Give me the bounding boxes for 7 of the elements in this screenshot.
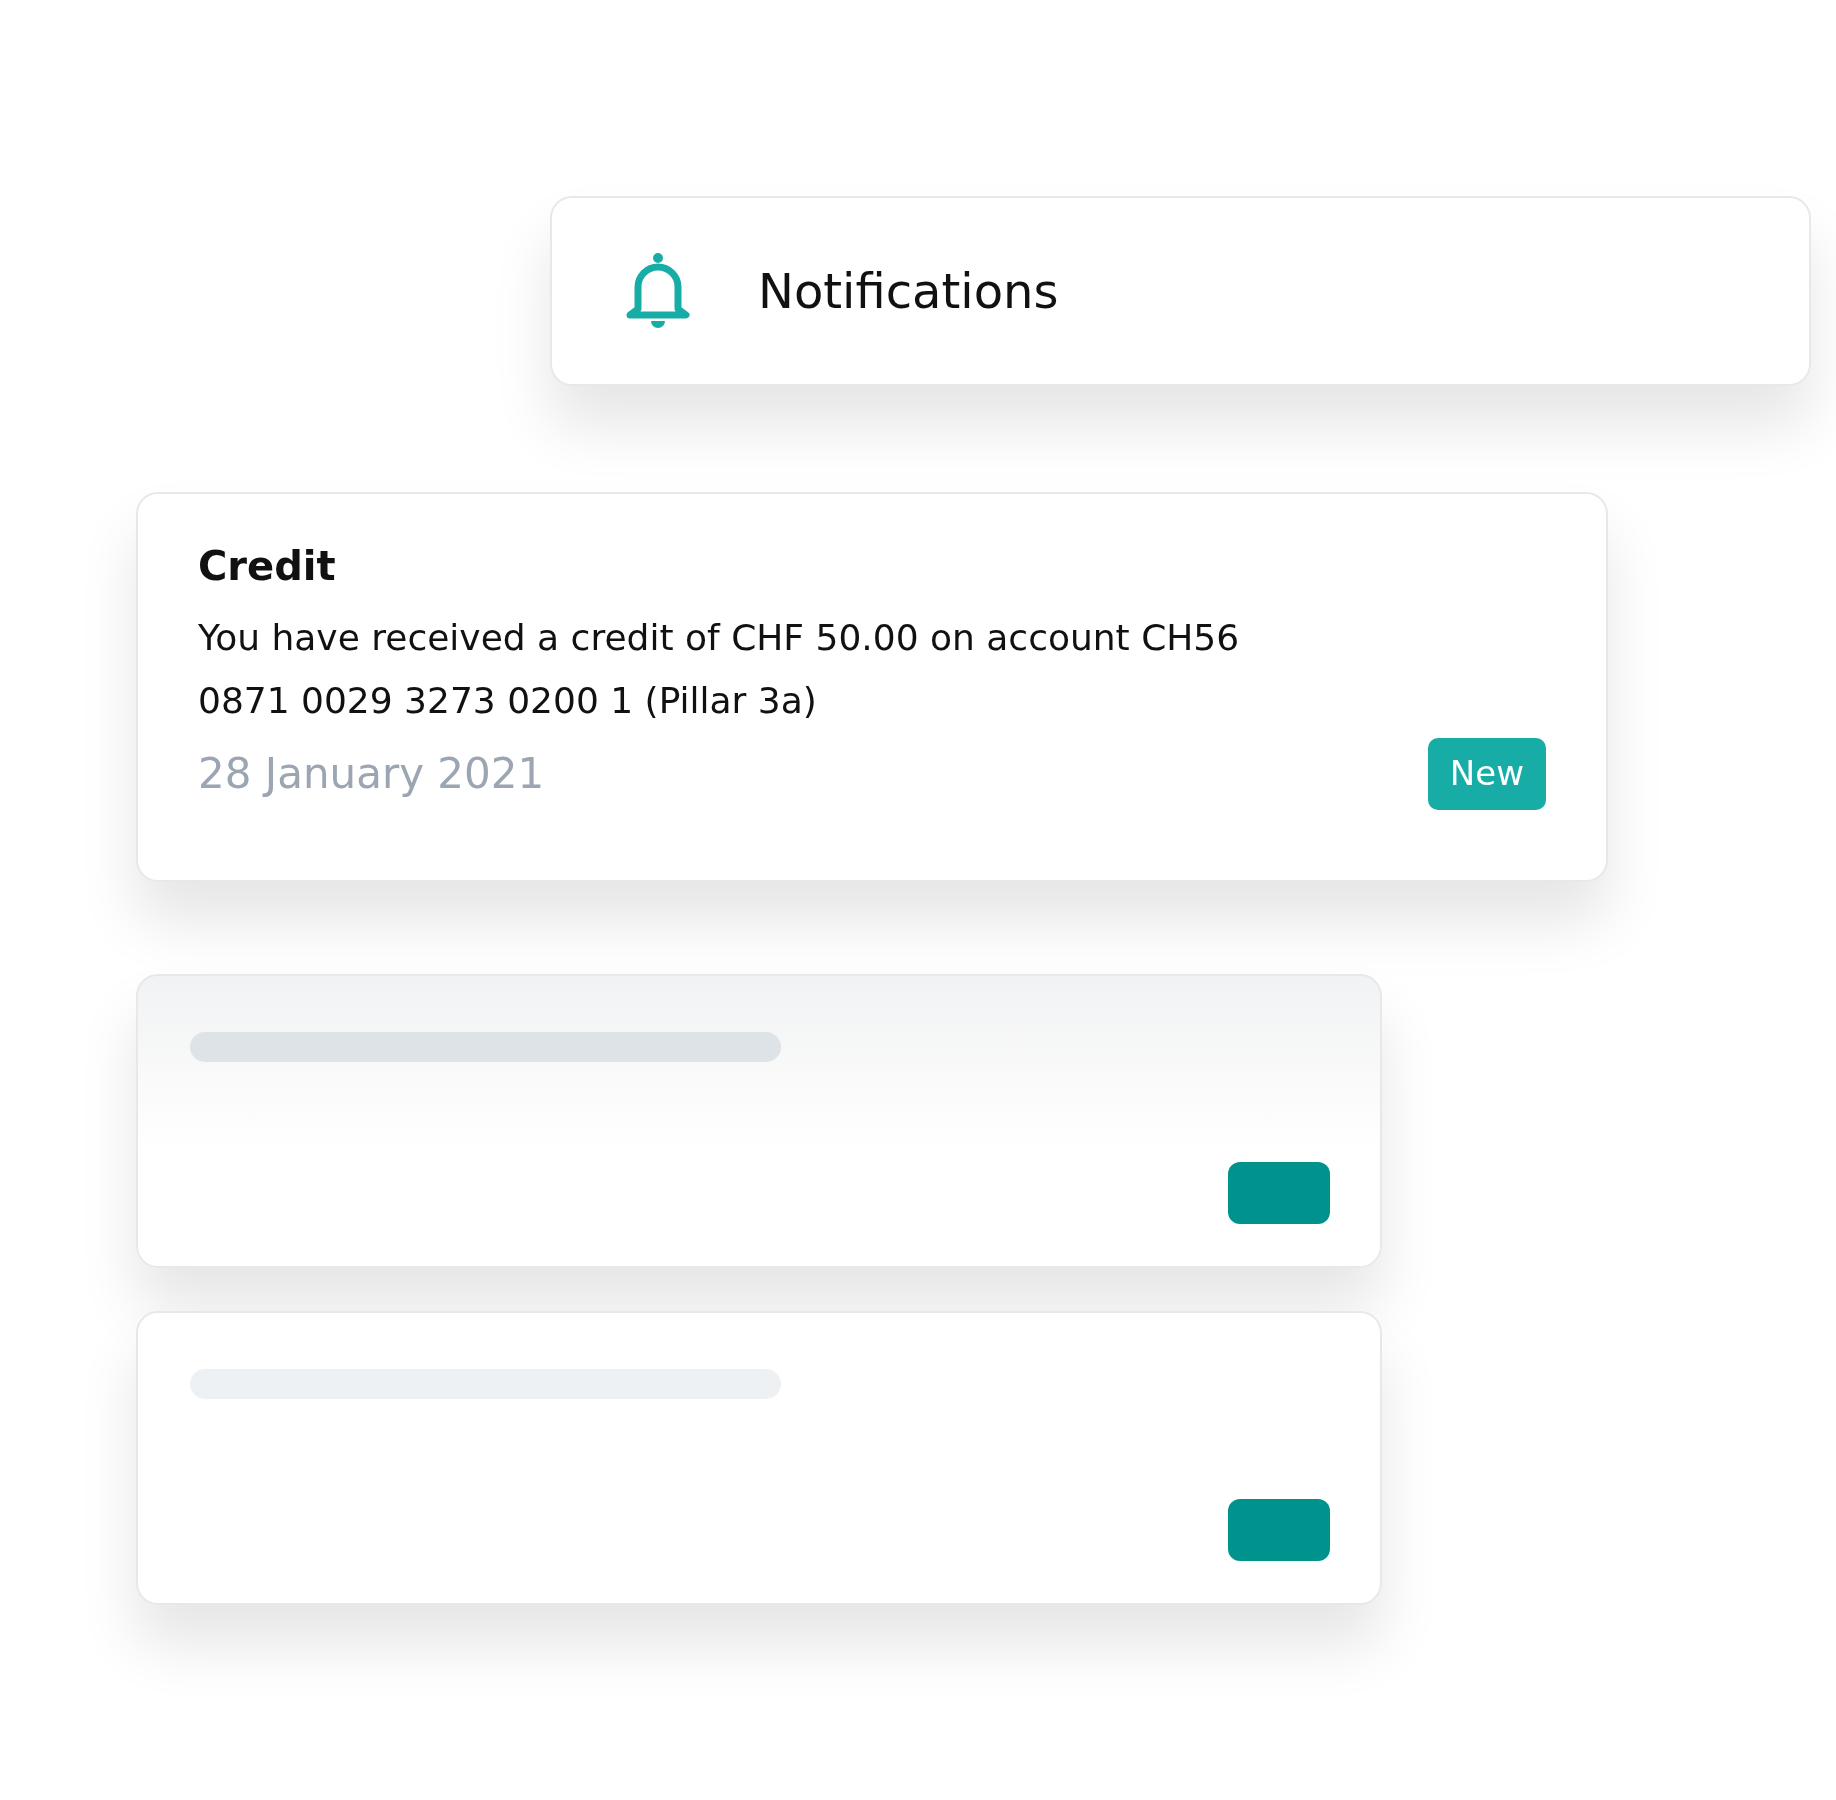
notification-card[interactable]: Credit You have received a credit of CHF 50.00 on account CH56 0871 0029 3273 0200 1 (Pillar 3a) 28 January 2021 New bbox=[136, 492, 1608, 882]
notification-message: You have received a credit of CHF 50.00 on account CH56 0871 0029 3273 0200 1 (Pillar 3a) bbox=[198, 616, 1241, 723]
notification-date: 28 January 2021 bbox=[198, 748, 545, 801]
notification-title: Credit bbox=[198, 542, 337, 590]
bell-icon bbox=[624, 251, 692, 331]
new-badge: New bbox=[1427, 738, 1546, 810]
page-title: Notifications bbox=[758, 262, 1059, 321]
